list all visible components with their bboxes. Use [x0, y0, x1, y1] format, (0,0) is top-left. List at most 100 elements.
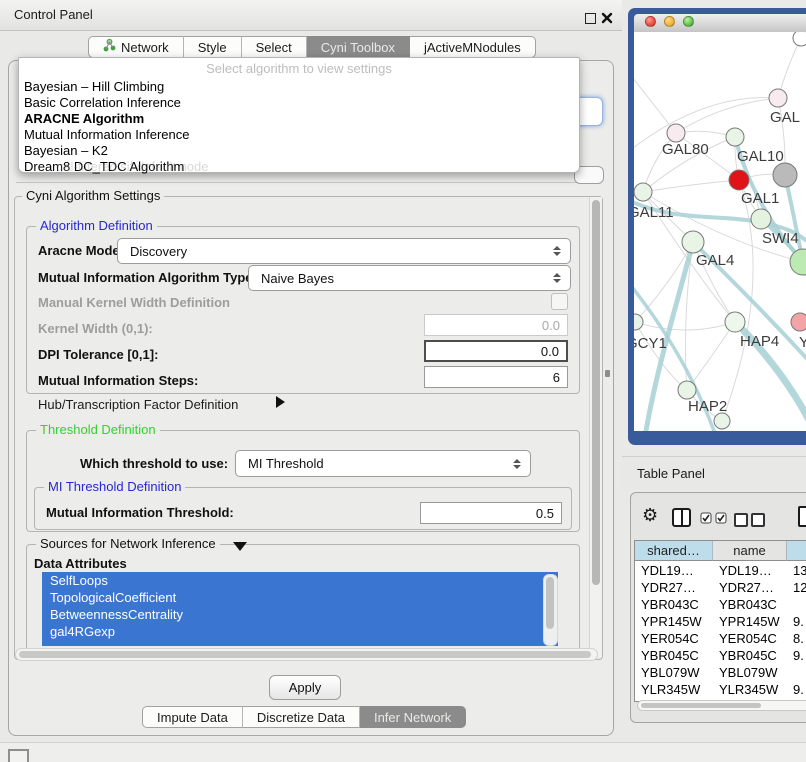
table-cell: YBR043C — [635, 596, 713, 613]
network-node[interactable] — [714, 413, 730, 429]
attributes-list-scrollbar-thumb[interactable] — [546, 577, 554, 629]
aracne-mode-combobox[interactable]: Discovery — [117, 238, 571, 264]
network-node[interactable] — [729, 170, 749, 190]
mi-algorithm-type-value: Naive Bayes — [249, 271, 334, 286]
algorithm-option[interactable]: Bayesian – Hill Climbing — [24, 79, 164, 95]
table-cell: YLR345W — [635, 681, 713, 698]
column-header[interactable]: A — [787, 541, 806, 561]
network-node[interactable] — [769, 89, 787, 107]
mi-threshold-field[interactable] — [420, 502, 562, 524]
table-cell — [787, 596, 806, 613]
node-attribute-table[interactable]: shared…nameAYDL19…YDL19…13YDR27…YDR27…12… — [634, 540, 806, 702]
table-cell: YER054C — [713, 630, 787, 647]
control-panel-title: Control Panel — [14, 7, 93, 22]
attribute-item-selected[interactable]: SelfLoops — [42, 572, 558, 589]
network-view-canvas[interactable]: GALGAL80GAL10GAL1GAL11SWI4GAL4GCY1HAP4YH… — [634, 32, 806, 431]
network-node[interactable] — [793, 32, 806, 46]
expand-arrow-icon[interactable] — [276, 396, 285, 408]
deselect-all-icon[interactable] — [734, 513, 765, 527]
network-node[interactable] — [791, 313, 806, 331]
tab-jactivemnodules[interactable]: jActiveMNodules — [410, 36, 536, 58]
network-node[interactable] — [751, 209, 771, 229]
mi-algorithm-type-combobox[interactable]: Naive Bayes — [248, 265, 571, 291]
minimize-traffic-light-icon[interactable] — [664, 16, 675, 27]
attribute-item-selected[interactable]: TopologicalCoefficient — [42, 589, 558, 606]
network-node[interactable] — [678, 381, 696, 399]
dpi-tolerance-field[interactable] — [424, 340, 568, 362]
table-cell: 9. — [787, 647, 806, 664]
network-node[interactable] — [726, 128, 744, 146]
table-row[interactable]: YBR043CYBR043C — [635, 596, 806, 613]
algorithm-dropdown-popup: Select algorithm to view settings Bayesi… — [18, 57, 580, 173]
algorithm-option[interactable]: ARACNE Algorithm — [24, 111, 144, 127]
attributes-list-scrollbar[interactable] — [543, 574, 558, 646]
kernel-width-field[interactable] — [424, 314, 568, 336]
settings-vertical-scrollbar[interactable] — [589, 197, 602, 657]
close-traffic-light-icon[interactable] — [645, 16, 656, 27]
settings-horizontal-scrollbar[interactable] — [15, 648, 598, 661]
node-label: SWI4 — [762, 230, 799, 247]
node-label: GAL4 — [696, 252, 734, 269]
network-node[interactable] — [682, 231, 704, 253]
gear-icon[interactable]: ⚙ — [642, 507, 658, 525]
data-attributes-list[interactable]: SelfLoopsTopologicalCoefficientBetweenne… — [42, 572, 558, 646]
network-node[interactable] — [725, 312, 745, 332]
column-header[interactable]: name — [713, 541, 787, 561]
settings-vertical-scrollbar-thumb[interactable] — [592, 200, 600, 585]
select-all-icon[interactable] — [700, 512, 727, 524]
table-row[interactable]: YER054CYER054C8. — [635, 630, 806, 647]
network-node[interactable] — [634, 183, 652, 201]
data-attributes-label: Data Attributes — [34, 556, 127, 572]
network-icon — [103, 39, 116, 55]
dock-panel-icon[interactable] — [8, 749, 29, 762]
threshold-definition-title: Threshold Definition — [36, 423, 160, 437]
bottom-tab-discretize-data[interactable]: Discretize Data — [243, 706, 360, 728]
node-label: GAL — [770, 109, 800, 126]
column-header[interactable]: shared… — [635, 541, 713, 561]
hub-definition-label[interactable]: Hub/Transcription Factor Definition — [38, 397, 238, 412]
table-row[interactable]: YBL079WYBL079W — [635, 664, 806, 681]
attribute-item-selected[interactable]: BetweennessCentrality — [42, 606, 558, 623]
aracne-mode-value: Discovery — [118, 244, 187, 259]
tab-select[interactable]: Select — [242, 36, 307, 58]
float-window-icon[interactable] — [585, 13, 596, 24]
network-node[interactable] — [790, 249, 806, 275]
table-cell: 13 — [787, 562, 806, 579]
table-cell: YPR145W — [635, 613, 713, 630]
algorithm-option[interactable]: Mutual Information Inference — [24, 127, 189, 143]
network-edge — [722, 180, 753, 421]
sources-group-title: Sources for Network Inference — [36, 537, 220, 551]
table-row[interactable]: YPR145WYPR145W9. — [635, 613, 806, 630]
algorithm-option[interactable]: Basic Correlation Inference — [24, 95, 181, 111]
which-threshold-combobox[interactable]: MI Threshold — [235, 450, 531, 477]
network-canvas-svg: GALGAL80GAL10GAL1GAL11SWI4GAL4GCY1HAP4YH… — [634, 32, 806, 431]
tab-network[interactable]: Network — [88, 36, 184, 58]
apply-button[interactable]: Apply — [269, 675, 341, 700]
bottom-tab-impute-data[interactable]: Impute Data — [142, 706, 243, 728]
tab-cyni-toolbox[interactable]: Cyni Toolbox — [307, 36, 410, 58]
file-icon[interactable] — [798, 506, 806, 527]
table-row[interactable]: YLR345WYLR345W9. — [635, 681, 806, 698]
network-node[interactable] — [634, 314, 643, 330]
zoom-traffic-light-icon[interactable] — [683, 16, 694, 27]
bottom-tab-infer-network[interactable]: Infer Network — [360, 706, 466, 728]
table-row[interactable]: YBR045CYBR045C9. — [635, 647, 806, 664]
table-horizontal-scrollbar[interactable] — [637, 700, 806, 711]
table-row[interactable]: YDL19…YDL19…13 — [635, 562, 806, 579]
manual-kernel-width-label: Manual Kernel Width Definition — [38, 295, 230, 311]
attribute-item-selected[interactable]: gal4RGexp — [42, 623, 558, 640]
algorithm-option[interactable]: Bayesian – K2 — [24, 143, 108, 159]
tab-style[interactable]: Style — [184, 36, 242, 58]
network-node[interactable] — [773, 163, 797, 187]
manual-kernel-width-checkbox[interactable] — [551, 293, 568, 310]
network-window-titlebar[interactable] — [634, 14, 806, 33]
settings-horizontal-scrollbar-thumb[interactable] — [19, 651, 591, 658]
mi-steps-field[interactable] — [424, 366, 568, 388]
split-view-icon[interactable] — [672, 508, 691, 527]
network-node[interactable] — [667, 124, 685, 142]
collapse-arrow-icon[interactable] — [233, 542, 247, 551]
table-row[interactable]: YDR27…YDR27…12 — [635, 579, 806, 596]
panel-splitter-handle[interactable] — [605, 370, 610, 377]
table-horizontal-scrollbar-thumb[interactable] — [641, 703, 761, 708]
close-icon[interactable] — [601, 12, 613, 24]
